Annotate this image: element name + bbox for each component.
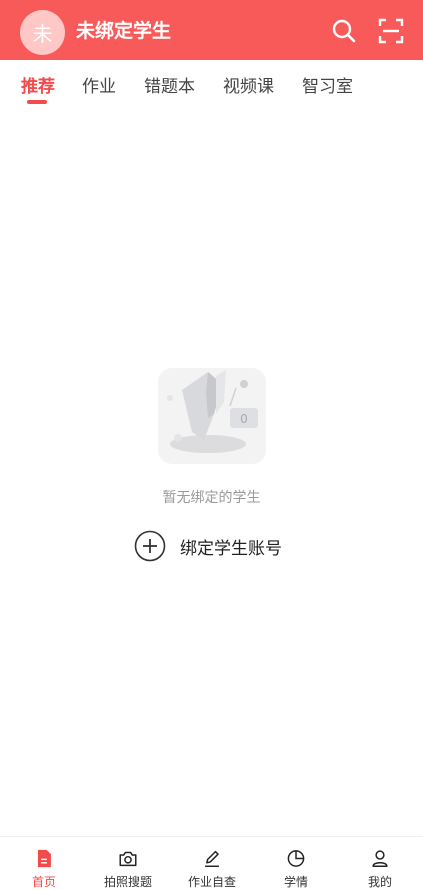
document-icon bbox=[37, 849, 51, 868]
nav-learning-status[interactable]: 学情 bbox=[254, 837, 338, 890]
nav-homework-check-label: 作业自查 bbox=[187, 875, 236, 889]
nav-mine-label: 我的 bbox=[367, 875, 392, 889]
nav-home[interactable]: 首页 bbox=[2, 837, 86, 890]
avatar[interactable]: 未 bbox=[20, 10, 65, 55]
nav-home-label: 首页 bbox=[31, 875, 56, 889]
camera-icon bbox=[119, 851, 137, 867]
empty-state-message: 暂无绑定的学生 bbox=[162, 490, 261, 506]
pie-chart-icon bbox=[287, 850, 305, 867]
top-bar: 未 未绑定学生 bbox=[0, 0, 423, 60]
page-title: 未绑定学生 bbox=[76, 20, 172, 42]
bind-student-button[interactable]: 绑定学生账号 bbox=[134, 530, 282, 562]
nav-photo-search-label: 拍照搜题 bbox=[103, 875, 152, 889]
nav-learning-status-label: 学情 bbox=[283, 875, 308, 889]
scan-icon[interactable] bbox=[378, 18, 404, 44]
tab-bar: 推荐 作业 错题本 视频课 智习室 bbox=[0, 62, 423, 108]
active-tab-indicator bbox=[27, 100, 47, 104]
nav-homework-check[interactable]: 作业自查 bbox=[170, 837, 254, 890]
tab-mistake-book[interactable]: 错题本 bbox=[144, 72, 195, 97]
nav-mine[interactable]: 我的 bbox=[338, 837, 422, 890]
bottom-nav: 首页 拍照搜题 作业自查 学情 我的 bbox=[0, 836, 423, 890]
user-icon bbox=[372, 850, 388, 868]
search-icon[interactable] bbox=[331, 18, 357, 44]
empty-state-illustration: 0 bbox=[158, 368, 266, 464]
empty-badge-count: 0 bbox=[240, 412, 248, 426]
nav-photo-search[interactable]: 拍照搜题 bbox=[86, 837, 170, 890]
tab-study-room[interactable]: 智习室 bbox=[302, 72, 353, 97]
edit-icon bbox=[205, 850, 219, 868]
tab-video-course[interactable]: 视频课 bbox=[223, 72, 274, 97]
tab-homework[interactable]: 作业 bbox=[82, 72, 116, 97]
tab-recommend[interactable]: 推荐 bbox=[21, 72, 55, 97]
add-circle-icon bbox=[134, 530, 166, 562]
bind-student-label: 绑定学生账号 bbox=[180, 538, 282, 559]
